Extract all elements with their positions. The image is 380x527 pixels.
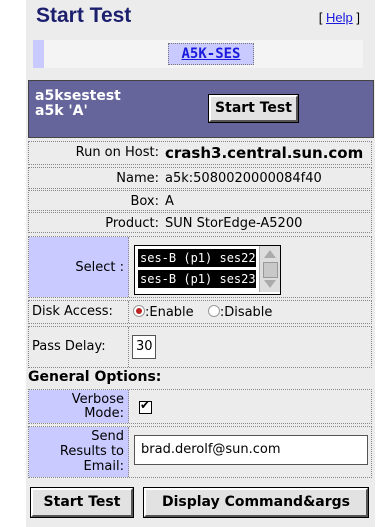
- info-row-name: Name: a5k:5080020000084f40: [28, 167, 372, 189]
- verbose-row: Verbose Mode:: [28, 389, 372, 424]
- pass-delay-row: Pass Delay: 30: [28, 326, 372, 368]
- scroll-thumb[interactable]: [263, 262, 278, 278]
- start-test-button-bottom[interactable]: Start Test: [30, 487, 134, 518]
- device-title: a5ksestest a5k 'A': [35, 89, 121, 119]
- info-row-product: Product: SUN StorEdge-A5200: [28, 212, 372, 233]
- verbose-label-line2: Mode:: [84, 406, 124, 421]
- radio-enable-label: :Enable: [145, 305, 194, 320]
- scroll-up-arrow-icon[interactable]: [264, 250, 276, 258]
- info-value-name: a5k:5080020000084f40: [165, 171, 322, 186]
- page-title: Start Test: [36, 4, 132, 27]
- scroll-down-arrow-icon[interactable]: [264, 280, 276, 288]
- verbose-label: Verbose Mode:: [29, 390, 129, 423]
- info-key-name: Name:: [116, 171, 159, 186]
- device-header: a5ksestest a5k 'A' Start Test: [28, 80, 374, 138]
- send-results-row: Send Results to Email: brad.derolf@sun.c…: [28, 426, 372, 478]
- send-results-label-line3: Email:: [83, 459, 124, 474]
- info-value-box: A: [165, 194, 174, 209]
- info-key-product: Product:: [105, 216, 159, 231]
- disk-access-options: :Enable :Disable: [133, 304, 272, 320]
- select-label: Select :: [29, 237, 129, 297]
- tab-a5k-ses[interactable]: A5K-SES: [168, 43, 254, 65]
- select-option-2[interactable]: ses-B (p1) ses23: [138, 270, 256, 288]
- info-key-host: Run on Host:: [75, 145, 159, 160]
- verbose-label-line1: Verbose: [71, 392, 124, 407]
- radio-disable-label: :Disable: [219, 305, 273, 320]
- pass-delay-label: Pass Delay:: [29, 327, 129, 367]
- send-results-label-line1: Send: [91, 429, 124, 444]
- help-bracket-right: ]: [352, 10, 360, 25]
- verbose-checkbox[interactable]: [139, 398, 152, 414]
- info-value-product: SUN StorEdge-A5200: [165, 216, 303, 231]
- display-command-args-button[interactable]: Display Command&args: [143, 487, 369, 518]
- help-wrapper: [ Help ]: [319, 10, 360, 25]
- select-row: Select : ses-B (p1) ses22 ses-B (p1) ses…: [28, 236, 372, 298]
- tab-bar: A5K-SES: [33, 40, 363, 68]
- info-value-host: crash3.central.sun.com: [165, 144, 364, 162]
- general-options-heading: General Options:: [28, 369, 162, 385]
- info-row-host: Run on Host: crash3.central.sun.com: [28, 141, 372, 165]
- send-results-label: Send Results to Email:: [29, 427, 129, 477]
- disk-access-row: Disk Access: :Enable :Disable: [28, 300, 372, 324]
- tab-a5k-ses-link[interactable]: A5K-SES: [181, 46, 240, 62]
- radio-enable[interactable]: [133, 305, 145, 317]
- start-test-button-top[interactable]: Start Test: [208, 94, 299, 123]
- info-key-box: Box:: [130, 194, 159, 209]
- send-results-label-line2: Results to: [59, 444, 124, 459]
- tab-bar-accent: [33, 40, 44, 68]
- page-header: Start Test [ Help ]: [36, 4, 366, 34]
- pass-delay-input[interactable]: 30: [132, 335, 156, 359]
- help-bracket-left: [: [318, 10, 327, 25]
- select-listbox[interactable]: ses-B (p1) ses22 ses-B (p1) ses23: [134, 245, 281, 295]
- select-option-1[interactable]: ses-B (p1) ses22: [138, 249, 256, 267]
- info-row-box: Box: A: [28, 190, 372, 211]
- listbox-scrollbar[interactable]: [259, 246, 280, 292]
- email-field[interactable]: brad.derolf@sun.com: [134, 435, 368, 465]
- device-name: a5ksestest: [35, 88, 121, 104]
- help-link[interactable]: Help: [326, 10, 353, 25]
- disk-access-label: Disk Access:: [29, 301, 129, 323]
- radio-disable[interactable]: [207, 305, 220, 317]
- device-subtitle: a5k 'A': [35, 103, 88, 119]
